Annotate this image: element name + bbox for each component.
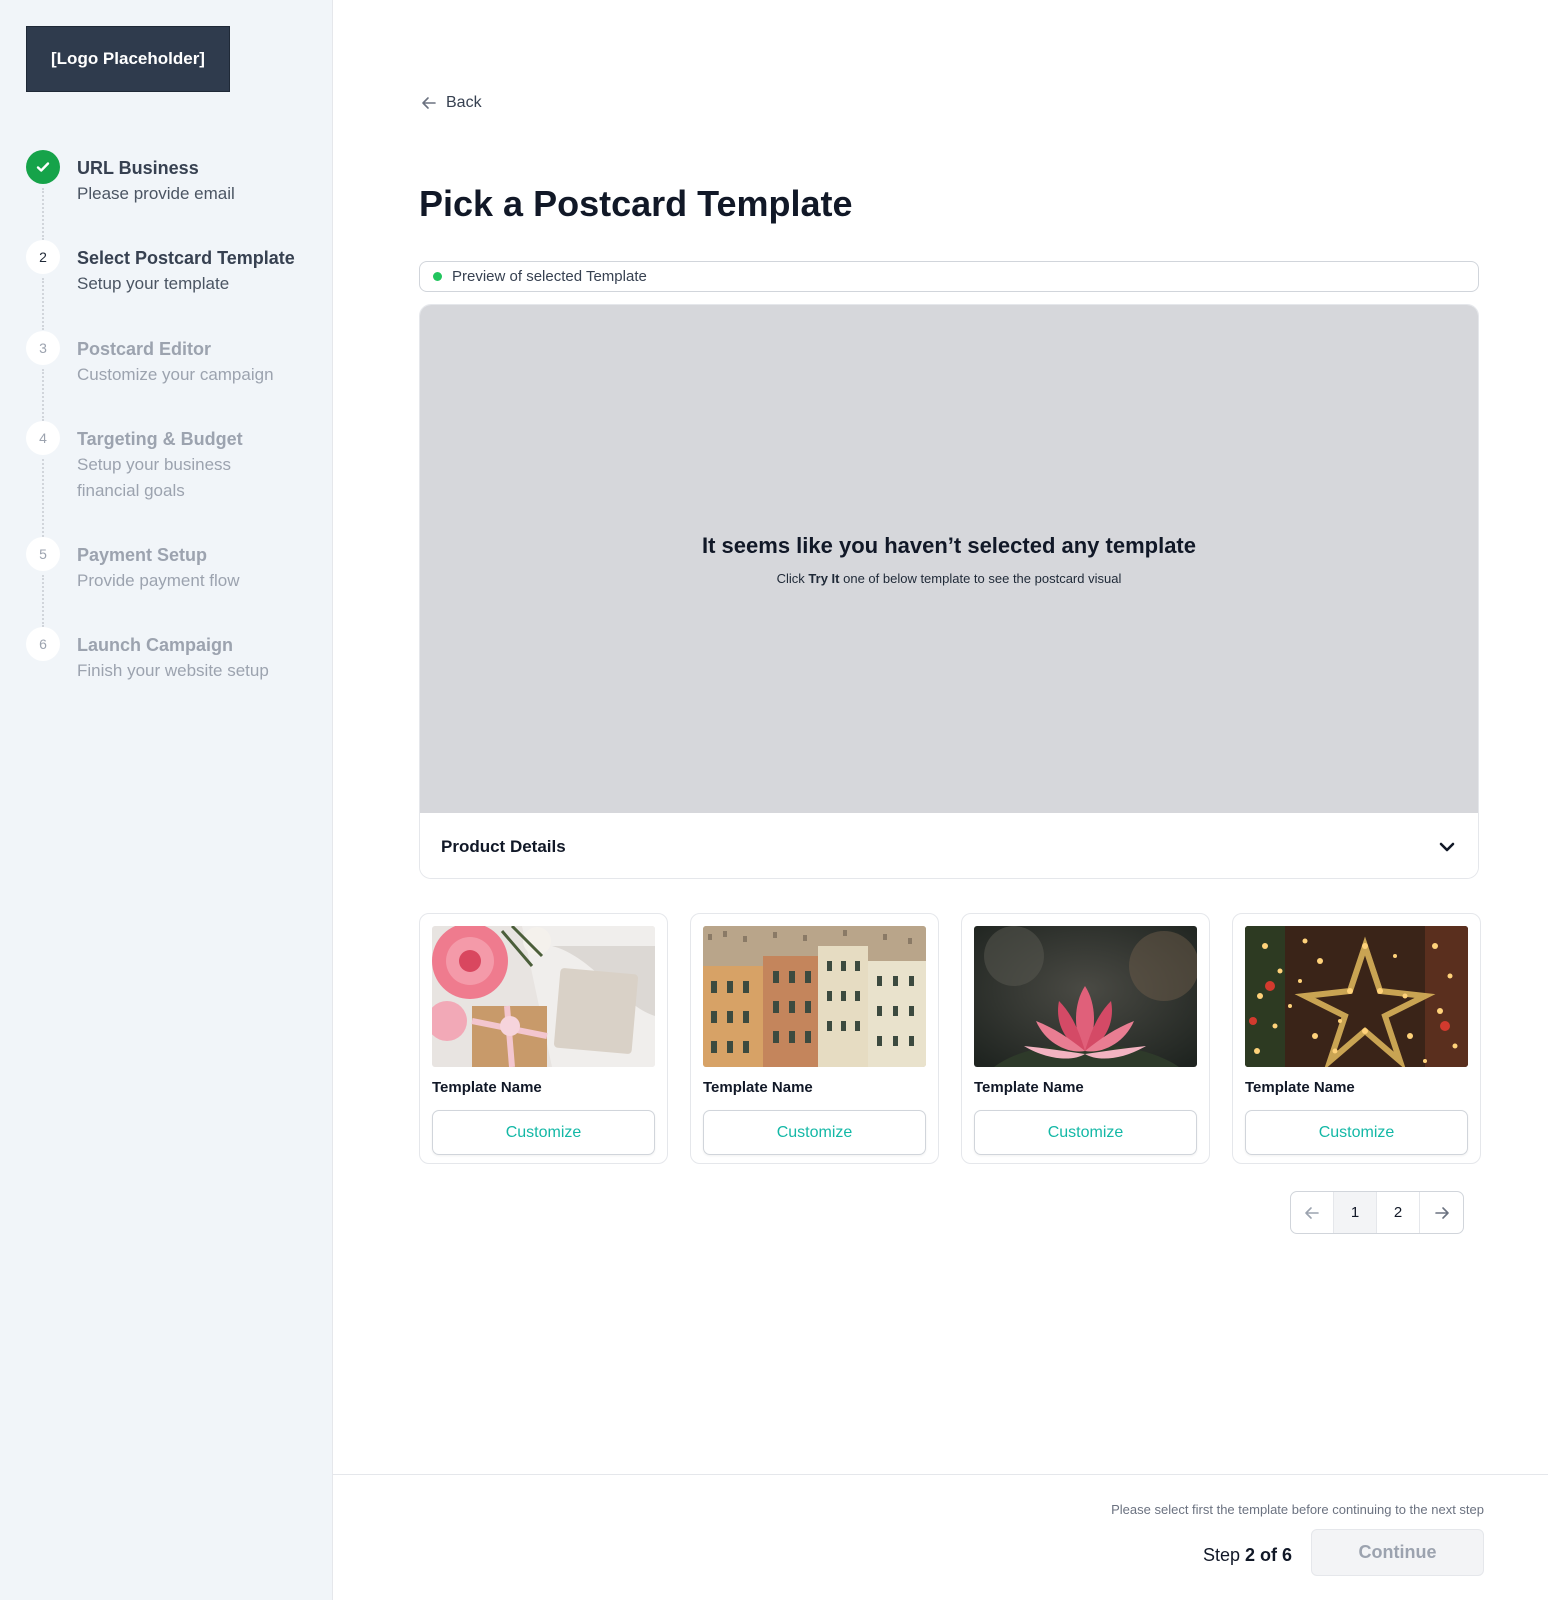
template-list: Template Name Customize Template Name Cu…: [419, 913, 1481, 1164]
empty-sub-suffix: one of below template to see the postcar…: [839, 570, 1122, 586]
step-list: URL Business Please provide email 2 Sele…: [26, 150, 326, 717]
step-connector: [42, 459, 44, 537]
status-dot-icon: [433, 272, 442, 281]
step-title: Payment Setup: [77, 545, 208, 565]
step-counter-prefix: Step: [1202, 1545, 1245, 1565]
customize-button[interactable]: Customize: [703, 1110, 926, 1155]
empty-sub-bold: Try It: [808, 570, 840, 586]
template-thumbnail-christmas[interactable]: [1245, 926, 1468, 1067]
step-subtitle: Setup your template: [77, 274, 230, 293]
check-icon: [26, 150, 60, 184]
chevron-down-icon: [1439, 842, 1455, 851]
step-connector: [42, 575, 44, 627]
step-connector: [42, 188, 44, 240]
template-card[interactable]: Template Name Customize: [419, 913, 668, 1164]
arrow-left-icon: [422, 97, 436, 109]
step-number: 5: [26, 537, 60, 571]
preview-canvas: It seems like you haven’t selected any t…: [420, 305, 1478, 813]
step-subtitle: Setup your business financial goals: [77, 455, 232, 500]
customize-button[interactable]: Customize: [974, 1110, 1197, 1155]
template-name: Template Name: [974, 1079, 1084, 1096]
product-details-label: Product Details: [441, 836, 566, 856]
step-number: 2: [26, 240, 60, 274]
prev-page-button[interactable]: [1291, 1192, 1334, 1233]
step-subtitle: Customize your campaign: [77, 365, 274, 384]
step-title: Targeting & Budget: [77, 429, 243, 449]
page-button-1[interactable]: 1: [1334, 1192, 1377, 1233]
empty-sub-prefix: Click: [776, 570, 809, 586]
step-payment-setup[interactable]: 5 Payment Setup Provide payment flow: [26, 537, 326, 627]
footer: Please select first the template before …: [333, 1474, 1548, 1600]
continue-button[interactable]: Continue: [1311, 1529, 1484, 1576]
template-name: Template Name: [432, 1079, 542, 1096]
template-name: Template Name: [1245, 1079, 1355, 1096]
step-select-template[interactable]: 2 Select Postcard Template Setup your te…: [26, 240, 326, 331]
page-button-2[interactable]: 2: [1377, 1192, 1420, 1233]
template-card[interactable]: Template Name Customize: [1232, 913, 1481, 1164]
template-thumbnail-city[interactable]: [703, 926, 926, 1067]
sidebar: [Logo Placeholder] URL Business Please p…: [0, 0, 333, 1600]
step-subtitle: Finish your website setup: [77, 661, 269, 680]
customize-button[interactable]: Customize: [432, 1110, 655, 1155]
step-url-business[interactable]: URL Business Please provide email: [26, 150, 326, 240]
step-title: Launch Campaign: [77, 635, 234, 655]
back-label: Back: [446, 94, 482, 111]
empty-state-subtitle: Click Try It one of below template to se…: [777, 571, 1122, 586]
step-subtitle: Please provide email: [77, 184, 235, 203]
footer-hint: Please select first the template before …: [1111, 1502, 1484, 1517]
arrow-left-icon: [1305, 1206, 1319, 1219]
step-title: Select Postcard Template: [77, 248, 295, 268]
step-title: URL Business: [77, 158, 199, 178]
step-number: 3: [26, 331, 60, 365]
step-connector: [42, 369, 44, 421]
step-number: 4: [26, 421, 60, 455]
template-preview: It seems like you haven’t selected any t…: [419, 304, 1479, 879]
step-connector: [42, 278, 44, 330]
step-title: Postcard Editor: [77, 339, 212, 359]
logo[interactable]: [Logo Placeholder]: [26, 26, 230, 92]
arrow-right-icon: [1434, 1206, 1449, 1219]
product-details-toggle[interactable]: Product Details: [420, 813, 1478, 878]
step-targeting-budget[interactable]: 4 Targeting & Budget Setup your business…: [26, 421, 326, 537]
next-page-button[interactable]: [1420, 1192, 1463, 1233]
preview-label: Preview of selected Template: [452, 268, 647, 285]
preview-label-pill: Preview of selected Template: [419, 261, 1479, 292]
template-card[interactable]: Template Name Customize: [961, 913, 1210, 1164]
step-number: 6: [26, 627, 60, 661]
customize-button[interactable]: Customize: [1245, 1110, 1468, 1155]
empty-state-title: It seems like you haven’t selected any t…: [702, 532, 1196, 558]
step-launch-campaign[interactable]: 6 Launch Campaign Finish your website se…: [26, 627, 326, 717]
back-button[interactable]: Back: [420, 94, 482, 112]
step-subtitle: Provide payment flow: [77, 571, 240, 590]
template-card[interactable]: Template Name Customize: [690, 913, 939, 1164]
template-thumbnail-lotus[interactable]: [974, 926, 1197, 1067]
template-thumbnail-flowers[interactable]: [432, 926, 655, 1067]
step-postcard-editor[interactable]: 3 Postcard Editor Customize your campaig…: [26, 331, 326, 421]
page-title: Pick a Postcard Template: [419, 183, 853, 224]
pagination: 1 2: [1290, 1191, 1464, 1234]
template-name: Template Name: [703, 1079, 813, 1096]
step-counter-value: 2 of 6: [1244, 1545, 1292, 1565]
step-counter: Step 2 of 6: [1203, 1545, 1292, 1566]
